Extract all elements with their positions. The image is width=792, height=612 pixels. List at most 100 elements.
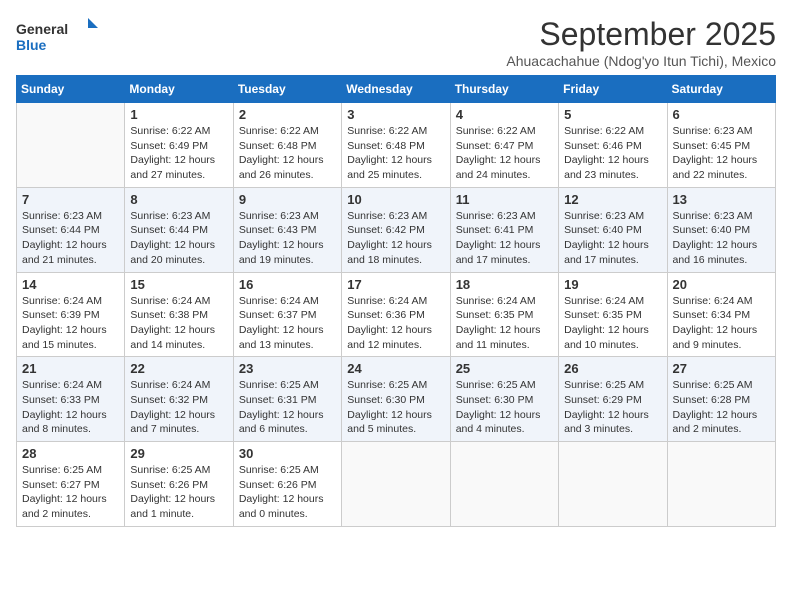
day-info: Sunrise: 6:23 AMSunset: 6:41 PMDaylight:…: [456, 209, 553, 268]
calendar-cell: 7 Sunrise: 6:23 AMSunset: 6:44 PMDaylight…: [17, 187, 125, 272]
day-number: 24: [347, 361, 444, 376]
calendar-cell: [450, 442, 558, 527]
day-number: 11: [456, 192, 553, 207]
calendar-cell: 15Sunrise: 6:24 AMSunset: 6:38 PMDayligh…: [125, 272, 233, 357]
day-info: Sunrise: 6:22 AMSunset: 6:49 PMDaylight:…: [130, 124, 227, 183]
day-info: Sunrise: 6:25 AMSunset: 6:26 PMDaylight:…: [239, 463, 336, 522]
day-info: Sunrise: 6:23 AMSunset: 6:44 PMDaylight:…: [130, 209, 227, 268]
day-number: 22: [130, 361, 227, 376]
header-thursday: Thursday: [450, 76, 558, 103]
calendar-cell: 14 Sunrise: 6:24 AMSunset: 6:39 PMDayligh…: [17, 272, 125, 357]
day-number: 8: [130, 192, 227, 207]
day-number: 17: [347, 277, 444, 292]
calendar-table: SundayMondayTuesdayWednesdayThursdayFrid…: [16, 75, 776, 527]
calendar-cell: 12 Sunrise: 6:23 AMSunset: 6:40 PMDayligh…: [559, 187, 667, 272]
day-info: Sunrise: 6:25 AMSunset: 6:28 PMDaylight:…: [673, 378, 770, 437]
calendar-cell: 10Sunrise: 6:23 AMSunset: 6:42 PMDayligh…: [342, 187, 450, 272]
calendar-cell: [667, 442, 775, 527]
calendar-cell: 1 Sunrise: 6:22 AMSunset: 6:49 PMDaylight…: [125, 103, 233, 188]
day-number: 9: [239, 192, 336, 207]
header-saturday: Saturday: [667, 76, 775, 103]
svg-text:Blue: Blue: [16, 37, 47, 53]
header-friday: Friday: [559, 76, 667, 103]
day-number: 25: [456, 361, 553, 376]
week-row-3: 14 Sunrise: 6:24 AMSunset: 6:39 PMDayligh…: [17, 272, 776, 357]
logo: General Blue: [16, 16, 106, 56]
day-info: Sunrise: 6:25 AMSunset: 6:31 PMDaylight:…: [239, 378, 336, 437]
calendar-cell: 24Sunrise: 6:25 AMSunset: 6:30 PMDayligh…: [342, 357, 450, 442]
day-number: 20: [673, 277, 770, 292]
day-number: 26: [564, 361, 661, 376]
calendar-cell: 2Sunrise: 6:22 AMSunset: 6:48 PMDaylight…: [233, 103, 341, 188]
day-info: Sunrise: 6:24 AMSunset: 6:35 PMDaylight:…: [564, 294, 661, 353]
calendar-cell: 13 Sunrise: 6:23 AMSunset: 6:40 PMDayligh…: [667, 187, 775, 272]
calendar-cell: 25 Sunrise: 6:25 AMSunset: 6:30 PMDayligh…: [450, 357, 558, 442]
day-number: 12: [564, 192, 661, 207]
page-header: General Blue September 2025 Ahuacachahue…: [16, 16, 776, 69]
day-number: 16: [239, 277, 336, 292]
calendar-cell: 28 Sunrise: 6:25 AMSunset: 6:27 PMDayligh…: [17, 442, 125, 527]
day-number: 21: [22, 361, 119, 376]
calendar-cell: 6Sunrise: 6:23 AMSunset: 6:45 PMDaylight…: [667, 103, 775, 188]
calendar-cell: 11 Sunrise: 6:23 AMSunset: 6:41 PMDayligh…: [450, 187, 558, 272]
calendar-cell: 29Sunrise: 6:25 AMSunset: 6:26 PMDayligh…: [125, 442, 233, 527]
day-info: Sunrise: 6:25 AMSunset: 6:27 PMDaylight:…: [22, 463, 119, 522]
day-number: 14: [22, 277, 119, 292]
calendar-cell: 18 Sunrise: 6:24 AMSunset: 6:35 PMDayligh…: [450, 272, 558, 357]
calendar-cell: 26 Sunrise: 6:25 AMSunset: 6:29 PMDayligh…: [559, 357, 667, 442]
day-info: Sunrise: 6:22 AMSunset: 6:47 PMDaylight:…: [456, 124, 553, 183]
day-number: 1: [130, 107, 227, 122]
day-number: 5: [564, 107, 661, 122]
day-number: 15: [130, 277, 227, 292]
day-number: 4: [456, 107, 553, 122]
day-info: Sunrise: 6:23 AMSunset: 6:40 PMDaylight:…: [673, 209, 770, 268]
day-number: 28: [22, 446, 119, 461]
day-number: 13: [673, 192, 770, 207]
day-info: Sunrise: 6:24 AMSunset: 6:37 PMDaylight:…: [239, 294, 336, 353]
calendar-cell: [559, 442, 667, 527]
calendar-cell: 23 Sunrise: 6:25 AMSunset: 6:31 PMDayligh…: [233, 357, 341, 442]
header-tuesday: Tuesday: [233, 76, 341, 103]
header-sunday: Sunday: [17, 76, 125, 103]
day-info: Sunrise: 6:24 AMSunset: 6:34 PMDaylight:…: [673, 294, 770, 353]
calendar-cell: 9 Sunrise: 6:23 AMSunset: 6:43 PMDaylight…: [233, 187, 341, 272]
week-row-2: 7 Sunrise: 6:23 AMSunset: 6:44 PMDaylight…: [17, 187, 776, 272]
calendar-cell: 30 Sunrise: 6:25 AMSunset: 6:26 PMDayligh…: [233, 442, 341, 527]
calendar-cell: 5Sunrise: 6:22 AMSunset: 6:46 PMDaylight…: [559, 103, 667, 188]
week-row-1: 1 Sunrise: 6:22 AMSunset: 6:49 PMDaylight…: [17, 103, 776, 188]
day-number: 10: [347, 192, 444, 207]
calendar-cell: 3 Sunrise: 6:22 AMSunset: 6:48 PMDaylight…: [342, 103, 450, 188]
calendar-cell: 8 Sunrise: 6:23 AMSunset: 6:44 PMDaylight…: [125, 187, 233, 272]
calendar-cell: 17 Sunrise: 6:24 AMSunset: 6:36 PMDayligh…: [342, 272, 450, 357]
svg-text:General: General: [16, 21, 68, 37]
calendar-cell: 20 Sunrise: 6:24 AMSunset: 6:34 PMDayligh…: [667, 272, 775, 357]
logo-svg: General Blue: [16, 16, 106, 56]
title-area: September 2025 Ahuacachahue (Ndog'yo Itu…: [506, 16, 776, 69]
header-monday: Monday: [125, 76, 233, 103]
month-title: September 2025: [506, 16, 776, 53]
day-number: 23: [239, 361, 336, 376]
day-number: 30: [239, 446, 336, 461]
day-info: Sunrise: 6:24 AMSunset: 6:35 PMDaylight:…: [456, 294, 553, 353]
calendar-cell: 22 Sunrise: 6:24 AMSunset: 6:32 PMDayligh…: [125, 357, 233, 442]
header-wednesday: Wednesday: [342, 76, 450, 103]
day-info: Sunrise: 6:24 AMSunset: 6:39 PMDaylight:…: [22, 294, 119, 353]
day-number: 19: [564, 277, 661, 292]
day-info: Sunrise: 6:23 AMSunset: 6:44 PMDaylight:…: [22, 209, 119, 268]
day-info: Sunrise: 6:24 AMSunset: 6:32 PMDaylight:…: [130, 378, 227, 437]
day-number: 2: [239, 107, 336, 122]
day-number: 3: [347, 107, 444, 122]
day-info: Sunrise: 6:22 AMSunset: 6:48 PMDaylight:…: [347, 124, 444, 183]
day-info: Sunrise: 6:25 AMSunset: 6:30 PMDaylight:…: [456, 378, 553, 437]
week-row-5: 28 Sunrise: 6:25 AMSunset: 6:27 PMDayligh…: [17, 442, 776, 527]
day-info: Sunrise: 6:23 AMSunset: 6:45 PMDaylight:…: [673, 124, 770, 183]
day-number: 18: [456, 277, 553, 292]
day-info: Sunrise: 6:23 AMSunset: 6:40 PMDaylight:…: [564, 209, 661, 268]
week-row-4: 21Sunrise: 6:24 AMSunset: 6:33 PMDayligh…: [17, 357, 776, 442]
day-info: Sunrise: 6:25 AMSunset: 6:29 PMDaylight:…: [564, 378, 661, 437]
day-info: Sunrise: 6:23 AMSunset: 6:43 PMDaylight:…: [239, 209, 336, 268]
calendar-cell: 16 Sunrise: 6:24 AMSunset: 6:37 PMDayligh…: [233, 272, 341, 357]
day-number: 7: [22, 192, 119, 207]
day-info: Sunrise: 6:24 AMSunset: 6:36 PMDaylight:…: [347, 294, 444, 353]
calendar-cell: [342, 442, 450, 527]
